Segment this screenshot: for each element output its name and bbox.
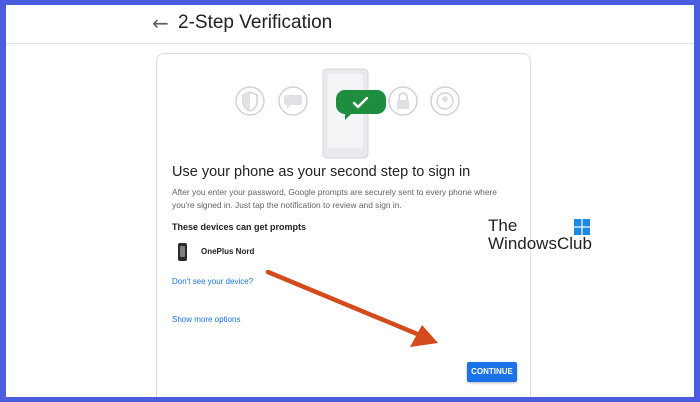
arrow-left-icon[interactable]: ← [152,11,169,35]
continue-button[interactable]: CONTINUE [467,362,517,382]
devices-heading: These devices can get prompts [172,222,307,232]
watermark-line2: WindowsClub [488,234,592,253]
screenshot-frame: ← 2-Step Verification Use your phone as … [6,5,694,397]
phone-illustration [235,68,460,159]
lock-icon [388,86,418,116]
show-more-options-link[interactable]: Show more options [172,315,240,324]
windows-logo-icon [574,219,590,235]
watermark-line1: The [488,216,518,235]
phone-icon [178,243,187,261]
verification-card: Use your phone as your second step to si… [156,53,531,397]
page-title: 2-Step Verification [178,12,333,33]
missing-device-link[interactable]: Don't see your device? [172,277,253,286]
card-heading: Use your phone as your second step to si… [172,164,471,180]
card-description: After you enter your password, Google pr… [172,187,497,210]
chat-bubble-icon [278,86,308,116]
header-bar: ← 2-Step Verification [6,5,694,44]
shield-icon [235,86,265,116]
device-name: OnePlus Nord [201,247,255,256]
account-icon [430,86,460,116]
